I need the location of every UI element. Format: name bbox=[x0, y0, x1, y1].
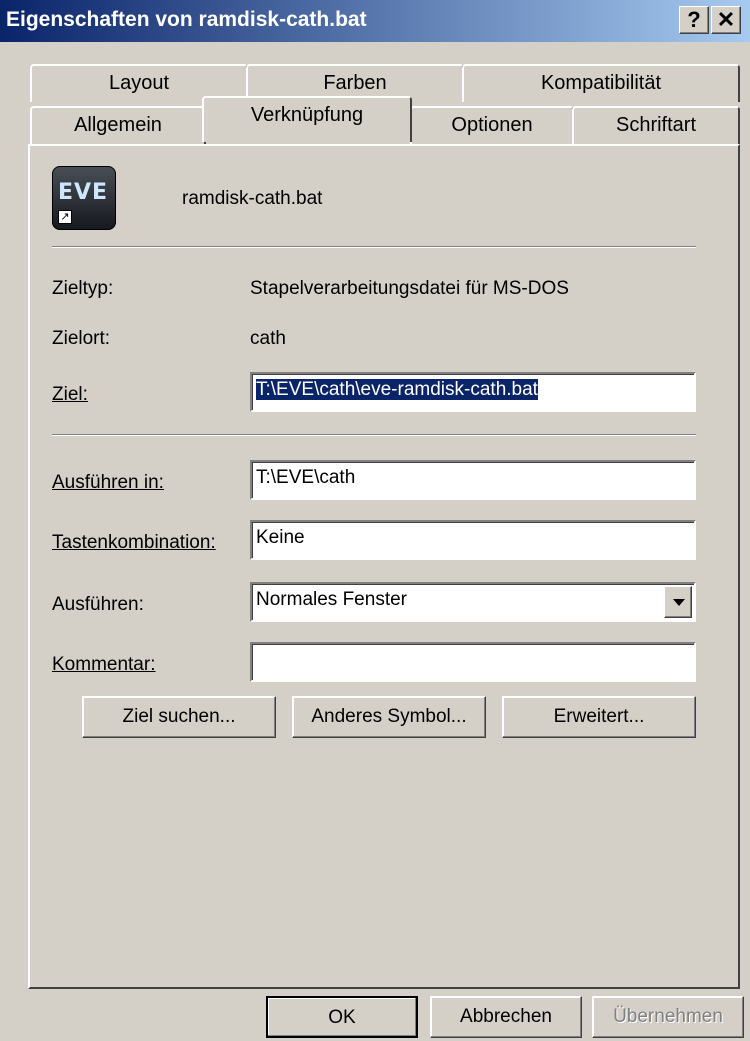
close-icon: ✕ bbox=[716, 7, 736, 32]
ausfuehren-in-label: Ausführen in: bbox=[52, 472, 164, 493]
tab-verknuepfung[interactable]: Verknüpfung bbox=[202, 96, 412, 142]
shortcut-panel: EVE ↗ ramdisk-cath.bat Zieltyp: Stapelve… bbox=[28, 144, 740, 989]
icon-text: EVE bbox=[58, 180, 109, 205]
window-title: Eigenschaften von ramdisk-cath.bat bbox=[6, 8, 367, 31]
ausfuehren-select[interactable]: Normales Fenster bbox=[250, 582, 696, 622]
zieltyp-label: Zieltyp: bbox=[52, 278, 114, 299]
tab-kompatibilitaet[interactable]: Kompatibilität bbox=[462, 64, 740, 102]
file-name: ramdisk-cath.bat bbox=[182, 188, 323, 209]
close-button[interactable]: ✕ bbox=[711, 6, 741, 34]
zielort-value: cath bbox=[250, 328, 286, 349]
tab-farben-label: Farben bbox=[323, 72, 387, 94]
help-button[interactable]: ? bbox=[679, 6, 709, 34]
zieltyp-value: Stapelverarbeitungsdatei für MS-DOS bbox=[250, 278, 569, 299]
tab-optionen[interactable]: Optionen bbox=[410, 106, 574, 144]
title-bar[interactable]: Eigenschaften von ramdisk-cath.bat ? ✕ bbox=[0, 0, 750, 42]
tab-kompatibilitaet-label: Kompatibilität bbox=[540, 72, 662, 94]
uebernehmen-button[interactable]: Übernehmen bbox=[592, 996, 744, 1038]
ausfuehren-in-value: T:\EVE\cath bbox=[256, 467, 356, 488]
abbrechen-button[interactable]: Abbrechen bbox=[430, 996, 582, 1038]
ziel-input[interactable]: T:\EVE\cath\eve-ramdisk-cath.bat bbox=[250, 372, 696, 412]
tab-layout-label: Layout bbox=[108, 72, 170, 94]
zielort-label: Zielort: bbox=[52, 328, 111, 349]
kommentar-input[interactable] bbox=[250, 642, 696, 682]
shortcut-arrow-icon: ↗ bbox=[58, 210, 72, 224]
tastenkombination-input[interactable]: Keine bbox=[250, 520, 696, 560]
tab-allgemein[interactable]: Allgemein bbox=[30, 106, 206, 144]
ok-button[interactable]: OK bbox=[266, 996, 418, 1038]
divider-middle bbox=[52, 434, 696, 436]
tab-verknuepfung-label: Verknüpfung bbox=[250, 104, 364, 126]
eve-shortcut-icon: EVE ↗ bbox=[52, 166, 116, 230]
tastenkombination-label: Tastenkombination: bbox=[52, 532, 216, 553]
tastenkombination-value: Keine bbox=[256, 527, 305, 548]
tab-optionen-label: Optionen bbox=[451, 114, 533, 136]
tab-schriftart[interactable]: Schriftart bbox=[572, 106, 740, 144]
chevron-down-icon[interactable] bbox=[664, 586, 692, 618]
kommentar-label: Kommentar: bbox=[52, 654, 156, 675]
tab-schriftart-label: Schriftart bbox=[615, 114, 697, 136]
ziel-label: Ziel: bbox=[52, 384, 88, 405]
divider-top bbox=[52, 246, 696, 248]
ausfuehren-in-input[interactable]: T:\EVE\cath bbox=[250, 460, 696, 500]
ziel-input-value: T:\EVE\cath\eve-ramdisk-cath.bat bbox=[256, 379, 538, 400]
erweitert-button[interactable]: Erweitert... bbox=[502, 696, 696, 738]
ausfuehren-label: Ausführen: bbox=[52, 594, 144, 615]
ausfuehren-select-value: Normales Fenster bbox=[256, 589, 407, 610]
tab-allgemein-label: Allgemein bbox=[74, 114, 162, 136]
help-icon: ? bbox=[687, 7, 701, 32]
anderes-symbol-button[interactable]: Anderes Symbol... bbox=[292, 696, 486, 738]
ziel-suchen-button[interactable]: Ziel suchen... bbox=[82, 696, 276, 738]
